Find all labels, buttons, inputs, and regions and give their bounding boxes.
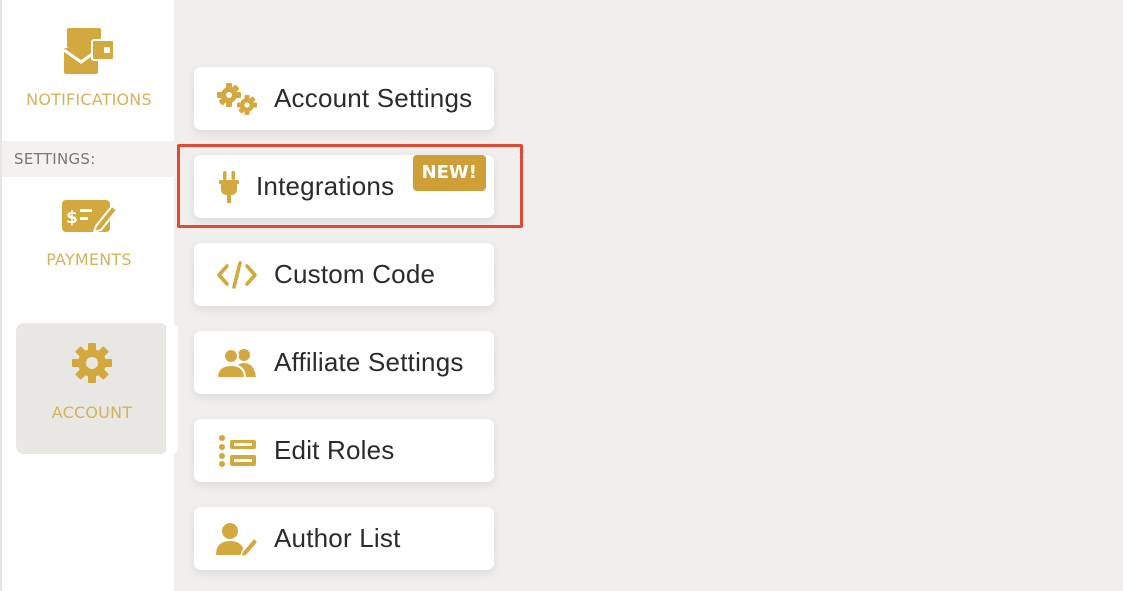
users-icon: [216, 346, 258, 380]
menu-item-label: Custom Code: [274, 259, 436, 289]
gears-icon: [216, 82, 258, 116]
sidebar-item-label: ACCOUNT: [51, 403, 133, 422]
sidebar: NOTIFICATIONS SETTINGS: $ PAYMENTS ACCOU…: [0, 0, 178, 591]
account-active-indicator: [166, 324, 178, 454]
menu-item-custom-code[interactable]: Custom Code: [194, 243, 494, 306]
menu-item-edit-roles[interactable]: Edit Roles: [194, 419, 494, 482]
menu-item-label: Affiliate Settings: [274, 347, 464, 377]
menu-item-integrations[interactable]: Integrations NEW!: [194, 155, 494, 218]
menu-item-label: Author List: [274, 523, 401, 553]
menu-item-label: Integrations: [256, 171, 395, 201]
sidebar-item-account[interactable]: ACCOUNT: [16, 323, 168, 454]
plug-icon: [216, 170, 242, 204]
menu-item-author-list[interactable]: Author List: [194, 507, 494, 570]
menu-item-affiliate-settings[interactable]: Affiliate Settings: [194, 331, 494, 394]
sidebar-item-label: NOTIFICATIONS: [26, 90, 152, 109]
menu-item-account-settings[interactable]: Account Settings: [194, 67, 494, 130]
menu-item-label: Edit Roles: [274, 435, 395, 465]
user-edit-icon: [216, 522, 258, 556]
svg-text:$: $: [66, 208, 78, 228]
envelope-notifications-icon: [62, 26, 116, 80]
code-icon: [216, 258, 258, 292]
new-badge: NEW!: [412, 155, 486, 191]
sidebar-item-payments[interactable]: $ PAYMENTS: [2, 196, 176, 306]
gear-icon: [70, 341, 114, 389]
sidebar-item-notifications[interactable]: NOTIFICATIONS: [2, 22, 176, 132]
menu-item-label: Account Settings: [274, 83, 473, 113]
list-icon: [216, 434, 258, 468]
check-payment-icon: $: [60, 196, 119, 240]
sidebar-item-label: PAYMENTS: [46, 250, 132, 269]
settings-section-label: SETTINGS:: [2, 141, 176, 177]
